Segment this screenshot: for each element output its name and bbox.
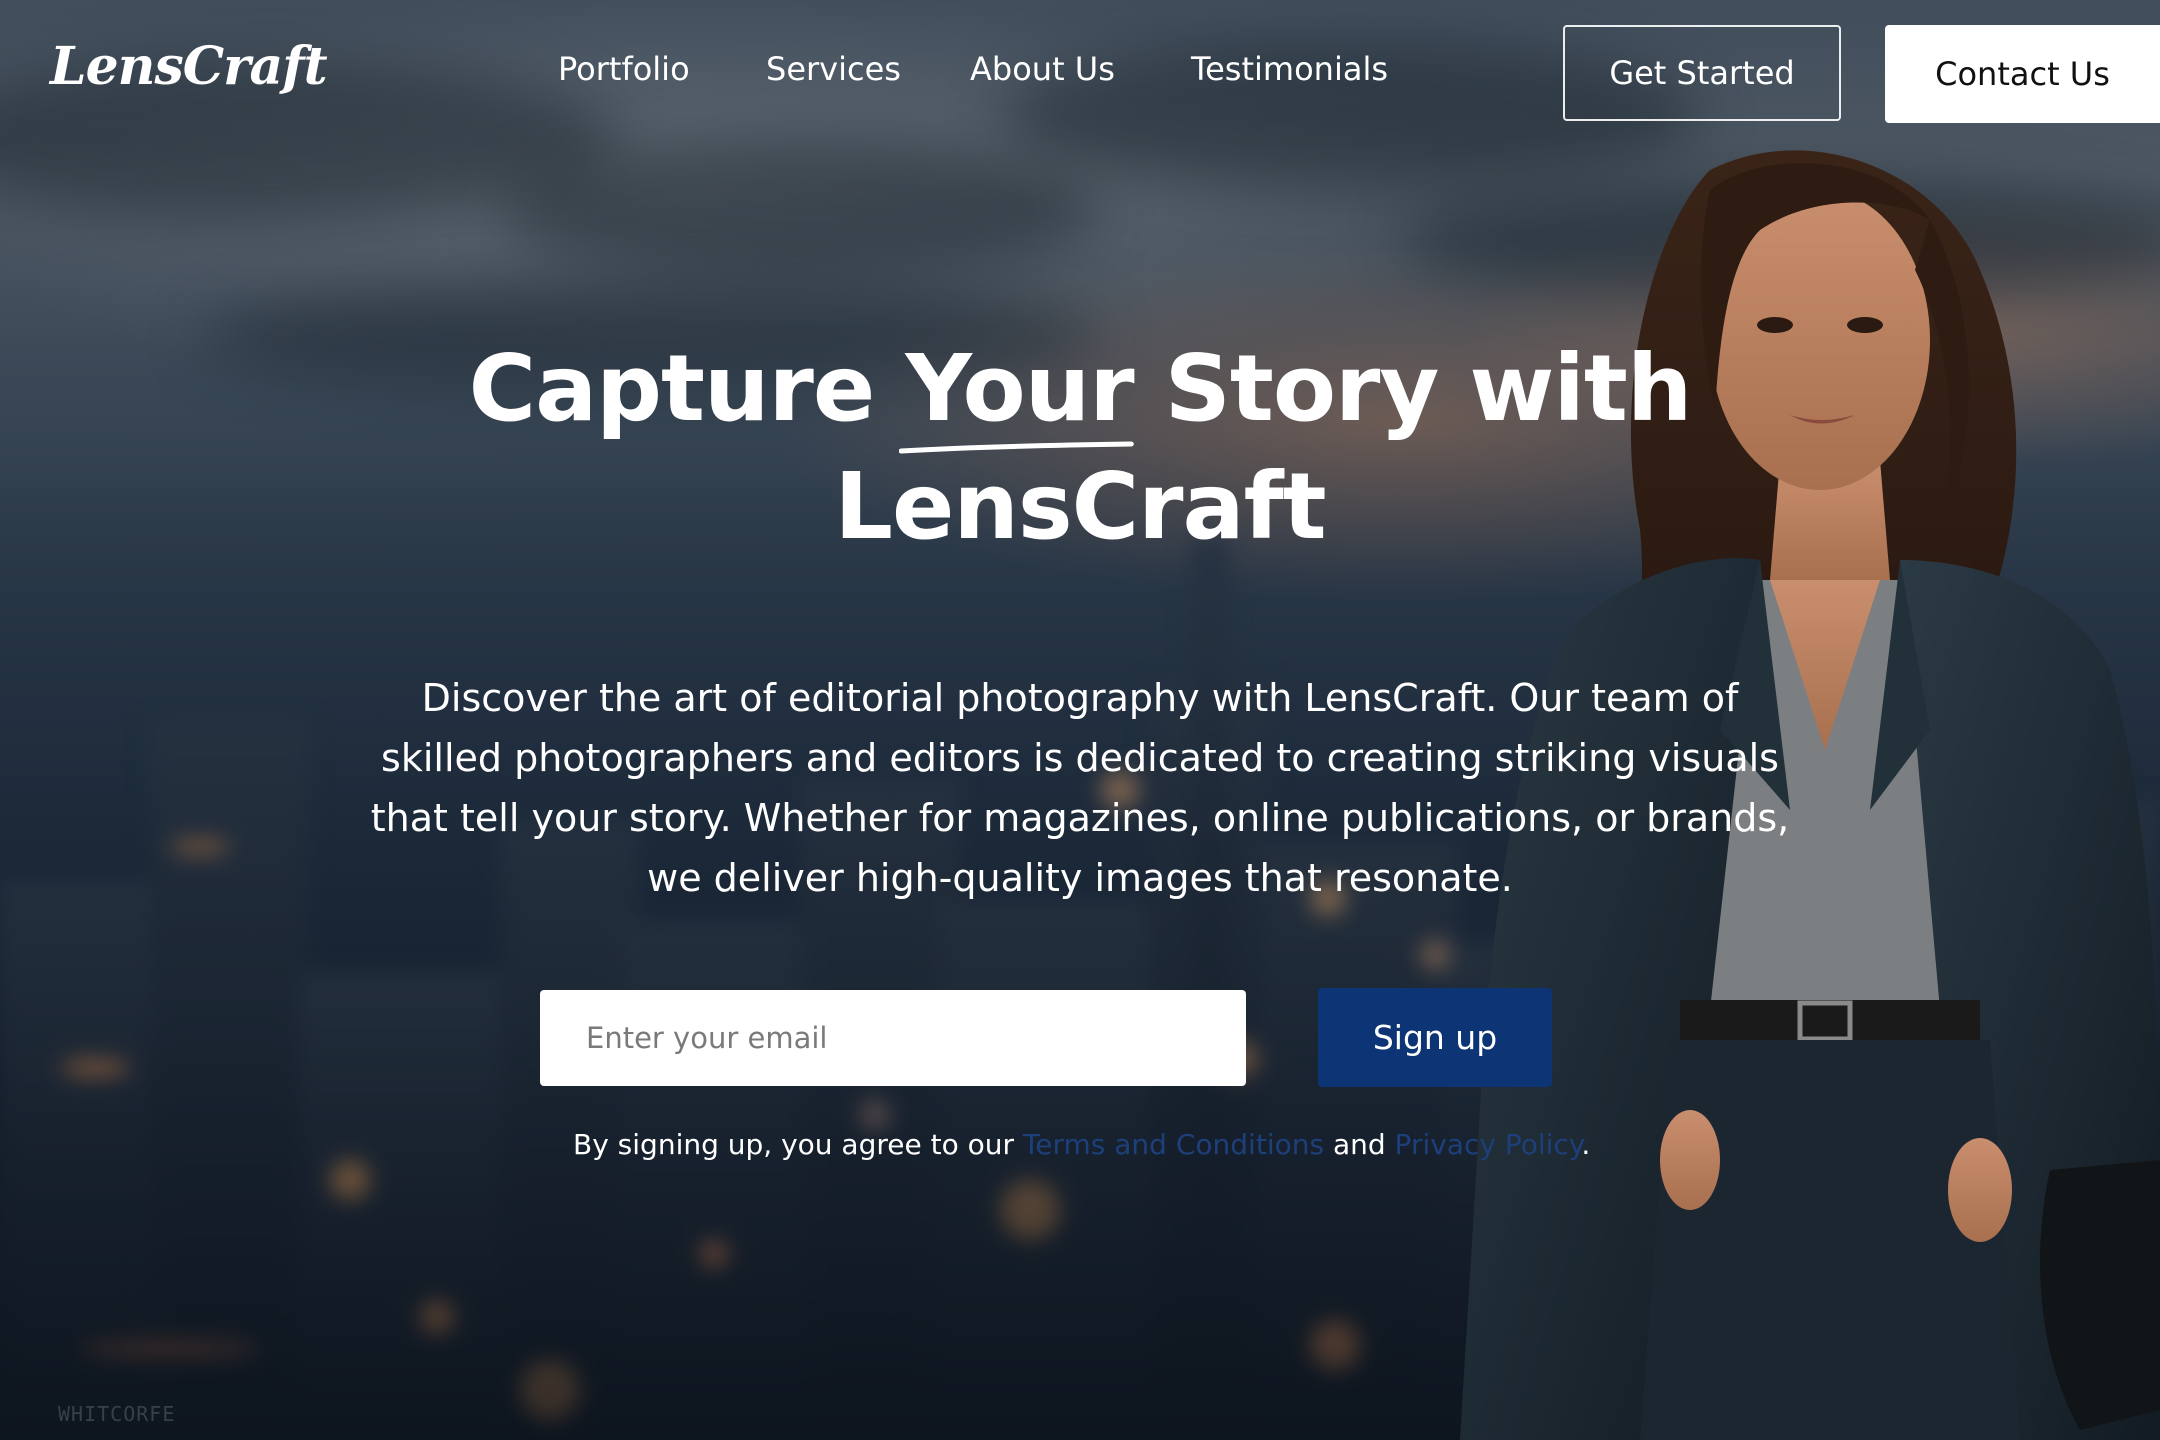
get-started-button[interactable]: Get Started [1563, 25, 1841, 121]
sign-up-button[interactable]: Sign up [1318, 988, 1552, 1087]
hero-headline-start: Capture [468, 335, 906, 442]
legal-suffix: . [1581, 1128, 1591, 1161]
hero-headline-emphasis-text: Your [905, 335, 1134, 442]
contact-us-button[interactable]: Contact Us [1885, 25, 2160, 123]
nav-link-testimonials[interactable]: Testimonials [1191, 50, 1388, 88]
nav-link-services[interactable]: Services [766, 50, 901, 88]
hero-headline: Capture Your Story with LensCraft [380, 330, 1780, 566]
legal-prefix: By signing up, you agree to our [573, 1128, 1023, 1161]
underline-decoration [899, 441, 1134, 454]
signup-legal-notice: By signing up, you agree to our Terms an… [573, 1128, 1590, 1161]
legal-middle: and [1324, 1128, 1395, 1161]
brand-logo[interactable]: LensCraft [50, 36, 328, 97]
terms-link[interactable]: Terms and Conditions [1023, 1128, 1324, 1161]
nav-link-about-us[interactable]: About Us [970, 50, 1115, 88]
hero-description: Discover the art of editorial photograph… [370, 676, 1790, 900]
hero-headline-emphasis: Your [899, 330, 1135, 454]
landing-page: WHITCORFE LensCraft Portfolio Services A… [0, 0, 2160, 1440]
email-input[interactable] [540, 990, 1246, 1086]
nav-link-portfolio[interactable]: Portfolio [558, 50, 690, 88]
top-navigation: LensCraft Portfolio Services About Us Te… [0, 0, 2160, 150]
watermark-text: WHITCORFE [58, 1402, 176, 1426]
privacy-link[interactable]: Privacy Policy [1395, 1128, 1582, 1161]
